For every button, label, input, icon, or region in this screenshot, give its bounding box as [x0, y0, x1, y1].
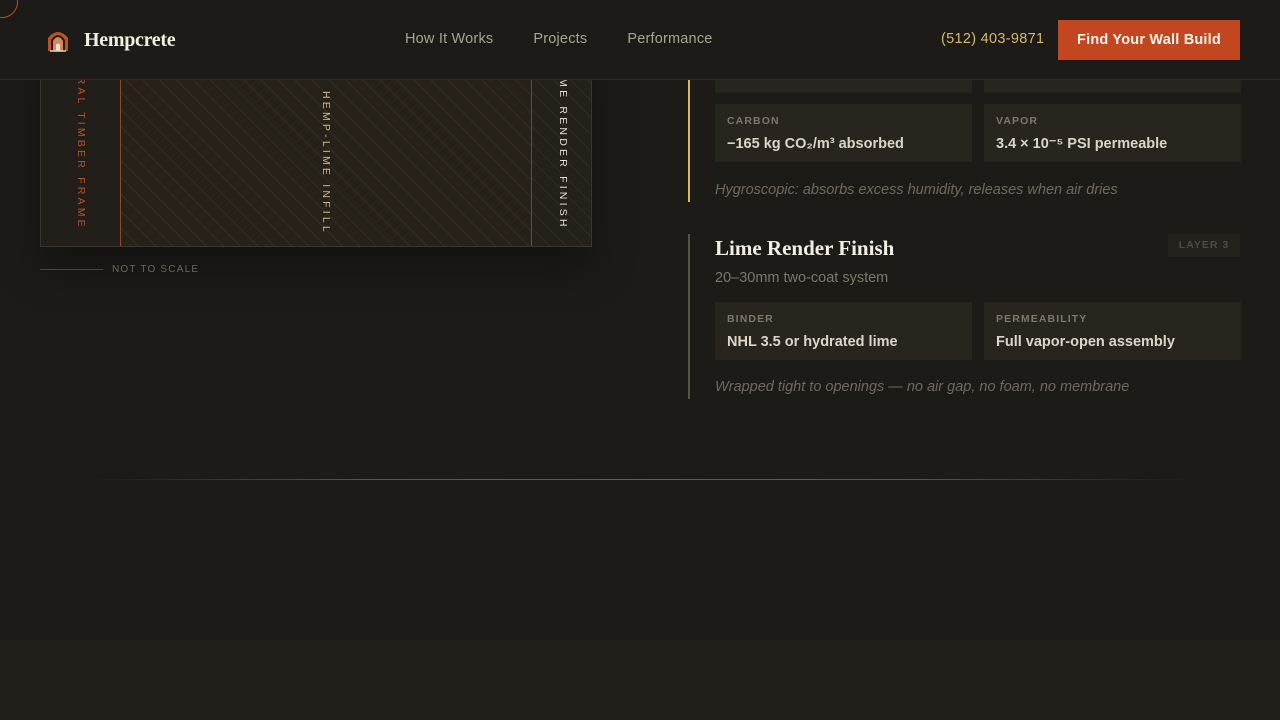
- next-section-band: [0, 640, 1280, 720]
- spec-card-permeability: Permeability Full vapor-open assembly: [984, 302, 1241, 360]
- nav-how-it-works[interactable]: How It Works: [405, 31, 493, 47]
- spec-label: Binder: [727, 313, 774, 325]
- spec-value: −165 kg CO₂/m³ absorbed: [727, 136, 904, 152]
- layer-note: Wrapped tight to openings — no air gap, …: [715, 379, 1130, 395]
- spec-value: Full vapor-open assembly: [996, 334, 1175, 350]
- layer-2-spec-cards: Carbon −165 kg CO₂/m³ absorbed Vapor 3.4…: [715, 104, 1241, 162]
- layer-3-spec-cards: Binder NHL 3.5 or hydrated lime Permeabi…: [715, 302, 1241, 360]
- scale-rule: [40, 269, 103, 270]
- nav-projects[interactable]: Projects: [533, 31, 587, 47]
- scale-note-text: NOT TO SCALE: [112, 264, 200, 275]
- nav-performance[interactable]: Performance: [627, 31, 712, 47]
- lime-render-label: LIME RENDER FINISH: [557, 63, 569, 230]
- scale-note: NOT TO SCALE: [40, 264, 199, 275]
- layer-number-badge: LAYER 3: [1168, 234, 1240, 257]
- layer-title: Lime Render Finish: [715, 236, 895, 260]
- find-wall-build-button[interactable]: Find Your Wall Build: [1058, 20, 1240, 60]
- brand-name: Hempcrete: [84, 28, 176, 51]
- spec-label: Vapor: [996, 115, 1039, 127]
- hearth-logo-icon: [48, 32, 68, 52]
- corner-circle-icon: [0, 0, 18, 18]
- phone-link[interactable]: (512) 403-9871: [941, 31, 1044, 47]
- layer-note: Hygroscopic: absorbs excess humidity, re…: [715, 182, 1118, 198]
- site-header: Hempcrete How It Works Projects Performa…: [0, 0, 1280, 80]
- spec-card-carbon: Carbon −165 kg CO₂/m³ absorbed: [715, 104, 972, 162]
- main-nav: How It Works Projects Performance: [405, 31, 753, 47]
- spec-card-vapor: Vapor 3.4 × 10⁻⁵ PSI permeable: [984, 104, 1241, 162]
- spec-label: Permeability: [996, 313, 1088, 325]
- layer-lime-render-finish: Lime Render Finish LAYER 3 20–30mm two-c…: [688, 234, 1241, 399]
- hemp-lime-infill-label: HEMP-LIME INFILL: [320, 91, 332, 235]
- section-divider: [90, 479, 1190, 480]
- spec-card-binder: Binder NHL 3.5 or hydrated lime: [715, 302, 972, 360]
- layer-subtitle: 20–30mm two-coat system: [715, 270, 889, 286]
- spec-label: Carbon: [727, 115, 780, 127]
- brand-logo[interactable]: Hempcrete: [45, 27, 176, 53]
- spec-value: 3.4 × 10⁻⁵ PSI permeable: [996, 136, 1168, 152]
- spec-value: NHL 3.5 or hydrated lime: [727, 334, 898, 350]
